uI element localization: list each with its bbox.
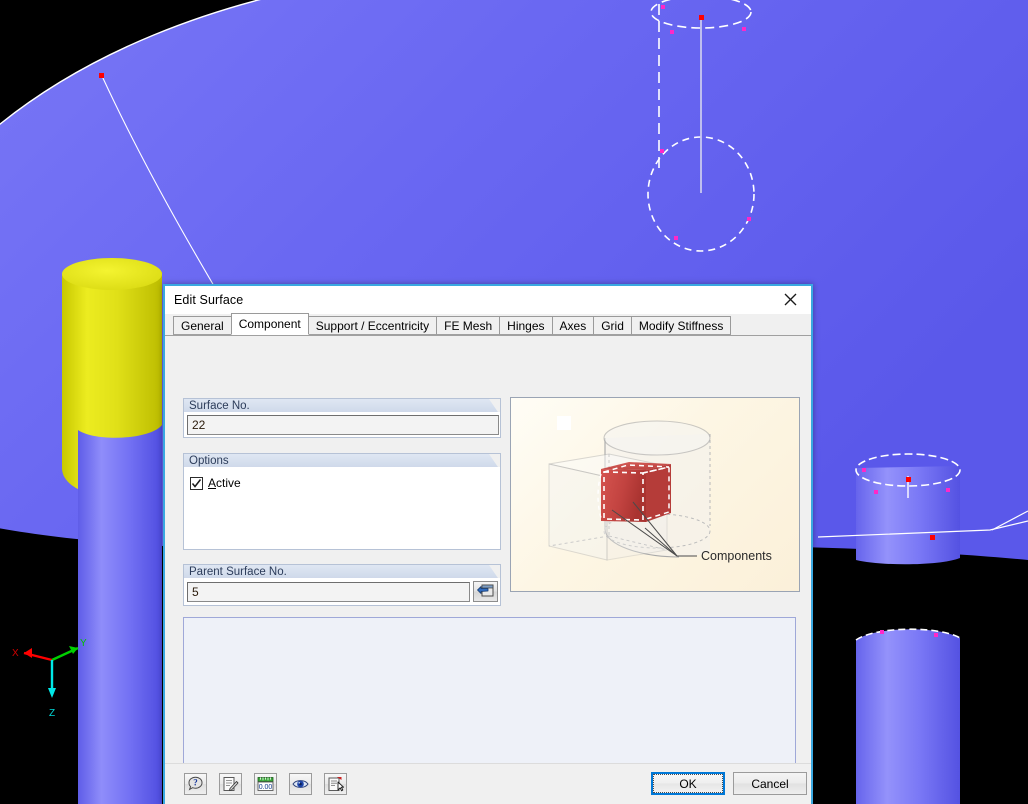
screen-root: X Y Z Edit Surface — [0, 0, 1028, 804]
edit-surface-dialog: Edit Surface General Component Support /… — [163, 284, 813, 804]
options-group: Options Active — [183, 453, 501, 550]
active-accelerator: A — [208, 476, 216, 490]
help-button[interactable]: ? — [184, 773, 207, 795]
component-illustration: Components — [510, 397, 800, 592]
pick-object-icon — [477, 584, 494, 599]
svg-text:Y: Y — [80, 638, 87, 649]
tab-modify-stiffness[interactable]: Modify Stiffness — [631, 316, 731, 335]
edit-comment-button[interactable] — [219, 773, 242, 795]
close-icon — [784, 293, 797, 306]
node-marker — [930, 535, 935, 540]
svg-text:?: ? — [193, 778, 198, 788]
column-right-lower — [856, 629, 960, 804]
select-parent-surface-button[interactable] — [473, 581, 498, 602]
surface-no-group: Surface No. 22 — [183, 398, 501, 438]
surface-no-group-title: Surface No. — [183, 398, 501, 412]
ok-button-label: OK — [653, 774, 723, 793]
tab-strip: General Component Support / Eccentricity… — [165, 314, 811, 336]
column-left — [78, 425, 162, 804]
active-checkbox-label: Active — [208, 476, 241, 490]
ok-button[interactable]: OK — [651, 772, 725, 795]
component-tab-page: Surface No. 22 Options Active — [165, 336, 811, 763]
active-checkbox-row[interactable]: Active — [190, 476, 241, 490]
units-button[interactable]: 0.00 — [254, 773, 277, 795]
parent-surface-no-group-title: Parent Surface No. — [183, 564, 501, 578]
close-window-button[interactable] — [769, 286, 811, 313]
help-icon: ? — [187, 776, 204, 792]
column-right-upper — [856, 454, 960, 564]
dialog-titlebar[interactable]: Edit Surface — [165, 286, 811, 314]
components-caption: Components — [701, 549, 772, 563]
view-mode-button[interactable] — [289, 773, 312, 795]
surface-no-input[interactable]: 22 — [187, 415, 499, 435]
options-group-title: Options — [183, 453, 501, 467]
select-object-button[interactable] — [324, 773, 347, 795]
dialog-title: Edit Surface — [174, 293, 243, 307]
svg-text:Z: Z — [49, 708, 55, 719]
cancel-button[interactable]: Cancel — [733, 772, 807, 795]
tab-general[interactable]: General — [173, 316, 232, 335]
component-diagram: Components — [511, 398, 799, 591]
options-group-body: Active — [183, 467, 501, 550]
parent-surface-no-group-body: 5 — [183, 578, 501, 606]
tab-hinges[interactable]: Hinges — [499, 316, 552, 335]
dialog-footer: ? — [165, 763, 811, 804]
units-decimal-places-icon: 0.00 — [257, 776, 274, 792]
component-solid — [598, 462, 671, 522]
svg-text:X: X — [12, 648, 19, 659]
node-marker — [99, 73, 104, 78]
surface-no-group-body: 22 — [183, 412, 501, 438]
select-object-icon — [327, 776, 344, 792]
tab-support-eccentricity[interactable]: Support / Eccentricity — [308, 316, 437, 335]
active-label-rest: ctive — [216, 476, 241, 490]
tab-component[interactable]: Component — [231, 313, 309, 335]
tab-fe-mesh[interactable]: FE Mesh — [436, 316, 500, 335]
active-checkbox[interactable] — [190, 477, 203, 490]
parent-surface-no-group: Parent Surface No. 5 — [183, 564, 501, 606]
tab-grid[interactable]: Grid — [593, 316, 632, 335]
svg-text:0.00: 0.00 — [259, 784, 273, 791]
edit-comment-icon — [222, 776, 239, 792]
check-icon — [191, 478, 202, 489]
view-mode-icon — [292, 776, 309, 792]
parent-surface-no-input[interactable]: 5 — [187, 582, 470, 602]
tab-axes[interactable]: Axes — [552, 316, 595, 335]
